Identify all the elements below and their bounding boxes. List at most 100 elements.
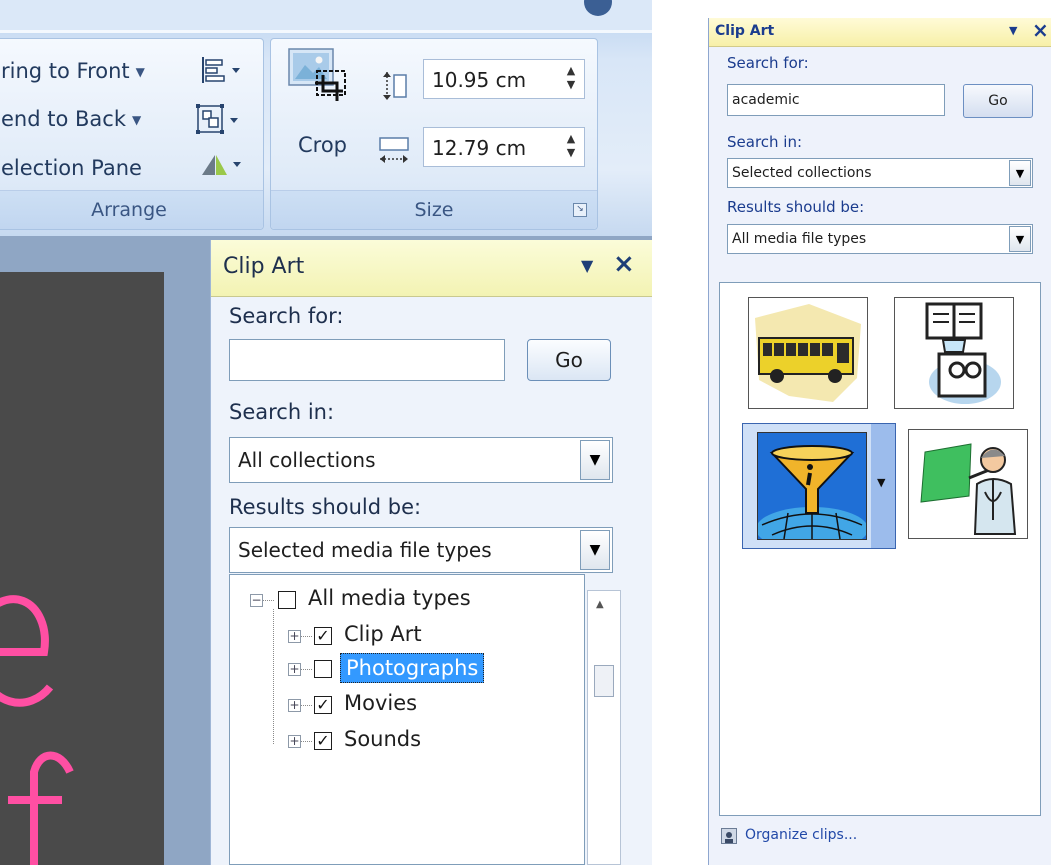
- movies-checkbox[interactable]: ✓: [314, 696, 332, 714]
- school-bus-icon: [755, 304, 861, 402]
- tree-connector: [273, 609, 274, 744]
- ribbon-tab-divider: [0, 30, 652, 33]
- sounds-label: Sounds: [344, 727, 422, 751]
- photographs-checkbox[interactable]: [314, 660, 332, 678]
- go-button[interactable]: Go: [963, 84, 1033, 118]
- search-input[interactable]: [229, 339, 505, 381]
- size-group: Crop 10.95 cm ▲ ▼ 12.79 cm ▲ ▼ Size ↘: [270, 38, 598, 230]
- movies-label: Movies: [344, 691, 418, 715]
- slide-canvas[interactable]: [0, 272, 164, 865]
- pane-title: Clip Art: [223, 254, 305, 279]
- results-should-be-label: Results should be:: [727, 198, 865, 216]
- clip-art-pane-small: Clip Art ▼ × Search for: academic Go Sea…: [708, 18, 1051, 865]
- chevron-down-icon[interactable]: ▼: [580, 440, 610, 480]
- chevron-down-icon[interactable]: ▼: [877, 476, 885, 489]
- pane-scrollbar[interactable]: ▲: [587, 590, 621, 865]
- send-to-back-label: end to Back: [1, 107, 126, 131]
- search-in-label: Search in:: [229, 400, 335, 424]
- search-in-label: Search in:: [727, 133, 803, 151]
- results-should-be-select[interactable]: All media file types ▼: [727, 224, 1033, 254]
- search-value: academic: [732, 92, 800, 108]
- search-for-label: Search for:: [727, 54, 809, 72]
- book-projector-icon: [925, 302, 1001, 404]
- rotate-button[interactable]: [199, 149, 245, 183]
- shape-height-input[interactable]: 10.95 cm ▲ ▼: [423, 59, 585, 99]
- shape-width-input[interactable]: 12.79 cm ▲ ▼: [423, 127, 585, 167]
- clip-thumbnail: [757, 432, 867, 540]
- clip-result[interactable]: [894, 297, 1014, 409]
- clip-result[interactable]: [748, 297, 868, 409]
- shape-height-value: 10.95 cm: [432, 68, 527, 92]
- photographs-label: Photographs: [340, 653, 485, 683]
- results-should-be-select[interactable]: Selected media file types ▼: [229, 527, 613, 573]
- search-in-value: All collections: [238, 448, 376, 472]
- crop-picture-icon: [288, 48, 346, 101]
- search-in-select[interactable]: Selected collections ▼: [727, 158, 1033, 188]
- scroll-up-icon[interactable]: ▲: [596, 599, 604, 610]
- chevron-down-icon: ▼: [131, 113, 142, 127]
- media-types-tree[interactable]: − All media types + ✓ Clip Art + Photogr…: [229, 574, 585, 865]
- chevron-down-icon[interactable]: ▼: [1009, 226, 1031, 252]
- crop-label: Crop: [298, 133, 348, 157]
- group-objects-icon: [196, 104, 238, 134]
- all-media-types-checkbox[interactable]: [278, 591, 296, 609]
- shape-width-value: 12.79 cm: [432, 136, 527, 160]
- send-to-back-button[interactable]: end to Back ▼: [1, 107, 141, 131]
- selection-pane-button[interactable]: election Pane: [1, 156, 142, 180]
- selection-pane-label: election Pane: [1, 156, 142, 180]
- clip-result-selected[interactable]: ▼: [742, 423, 896, 549]
- pane-options-icon[interactable]: ▼: [581, 256, 593, 275]
- arrange-group: ring to Front ▼ end to Back ▼ election Pan…: [0, 38, 264, 230]
- information-funnel-icon: [758, 433, 866, 539]
- search-in-value: Selected collections: [732, 165, 872, 181]
- height-spinner-arrows[interactable]: ▲ ▼: [564, 64, 578, 92]
- pane-title-bar: Clip Art ▼ ×: [211, 240, 652, 297]
- all-media-types-label: All media types: [308, 586, 471, 610]
- chevron-down-icon[interactable]: ▼: [580, 530, 610, 570]
- powerpoint-window: ring to Front ▼ end to Back ▼ election Pan…: [0, 0, 652, 865]
- clip-art-checkbox[interactable]: ✓: [314, 627, 332, 645]
- close-icon[interactable]: ×: [613, 249, 635, 279]
- clip-menu-button[interactable]: ▼: [871, 424, 895, 548]
- expand-icon[interactable]: +: [288, 630, 301, 643]
- clip-result[interactable]: [908, 429, 1028, 539]
- go-label: Go: [555, 348, 583, 372]
- expand-icon[interactable]: +: [288, 735, 301, 748]
- rotate-icon: [202, 155, 241, 175]
- search-in-select[interactable]: All collections ▼: [229, 437, 613, 483]
- crop-button[interactable]: [287, 47, 357, 113]
- size-dialog-launcher-icon[interactable]: ↘: [573, 203, 587, 217]
- expand-icon[interactable]: +: [288, 663, 301, 676]
- sounds-checkbox[interactable]: ✓: [314, 732, 332, 750]
- clip-art-pane: Clip Art ▼ × Search for: Go Search in: A…: [210, 240, 652, 865]
- pane-options-icon[interactable]: ▼: [1009, 24, 1017, 37]
- bring-to-front-label: ring to Front: [1, 59, 130, 83]
- organize-clips-link[interactable]: Organize clips...: [745, 827, 857, 843]
- slide-text-fragments: [0, 595, 74, 865]
- pane-title-bar: Clip Art ▼ ×: [709, 18, 1051, 47]
- pane-title: Clip Art: [715, 23, 775, 39]
- tree-connector: [300, 741, 312, 742]
- chevron-down-icon: ▼: [135, 65, 145, 79]
- close-icon[interactable]: ×: [1032, 18, 1049, 42]
- bring-to-front-button[interactable]: ring to Front ▼: [1, 59, 145, 83]
- group-button[interactable]: [195, 103, 245, 141]
- width-spinner-arrows[interactable]: ▲ ▼: [564, 132, 578, 160]
- tree-connector: [300, 705, 312, 706]
- chevron-down-icon[interactable]: ▼: [1009, 160, 1031, 186]
- results-should-be-label: Results should be:: [229, 495, 422, 519]
- collapse-icon[interactable]: −: [250, 594, 263, 607]
- tree-connector: [300, 636, 312, 637]
- shape-width-icon: [377, 135, 413, 169]
- align-button[interactable]: [199, 55, 245, 89]
- search-input[interactable]: academic: [727, 84, 945, 116]
- results-list: ▼: [719, 282, 1041, 816]
- go-label: Go: [988, 93, 1008, 109]
- clip-art-label: Clip Art: [344, 622, 422, 646]
- align-icon: [202, 57, 240, 83]
- scrollbar-thumb[interactable]: [594, 665, 614, 697]
- go-button[interactable]: Go: [527, 339, 611, 381]
- expand-icon[interactable]: +: [288, 699, 301, 712]
- organize-clips-icon[interactable]: [721, 828, 737, 844]
- results-should-be-value: Selected media file types: [238, 538, 492, 562]
